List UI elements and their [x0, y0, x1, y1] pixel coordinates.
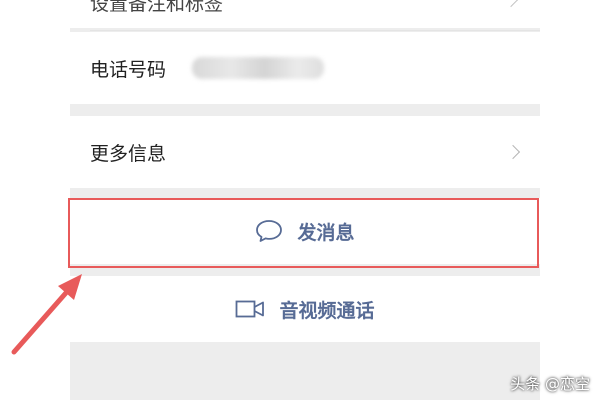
chevron-right-icon	[505, 144, 521, 160]
more-info-label: 更多信息	[90, 142, 167, 165]
phone-number-row[interactable]: 电话号码	[70, 32, 540, 104]
watermark-text: 头条 @恋空	[510, 375, 590, 393]
more-info-row[interactable]: 更多信息	[70, 116, 540, 188]
av-call-button[interactable]: 音视频通话	[70, 276, 540, 342]
annotation-arrow-icon	[11, 274, 82, 355]
highlight-box	[68, 198, 539, 268]
video-camera-icon	[236, 300, 265, 318]
set-remark-tag-label: 设置备注和标签	[90, 0, 224, 15]
chevron-right-icon	[503, 0, 519, 8]
av-call-label: 音视频通话	[279, 299, 375, 322]
divider	[90, 30, 540, 31]
phone-number-label: 电话号码	[90, 58, 167, 81]
phone-number-blurred-value	[192, 57, 325, 79]
set-remark-tag-row[interactable]: 设置备注和标签	[70, 0, 540, 31]
